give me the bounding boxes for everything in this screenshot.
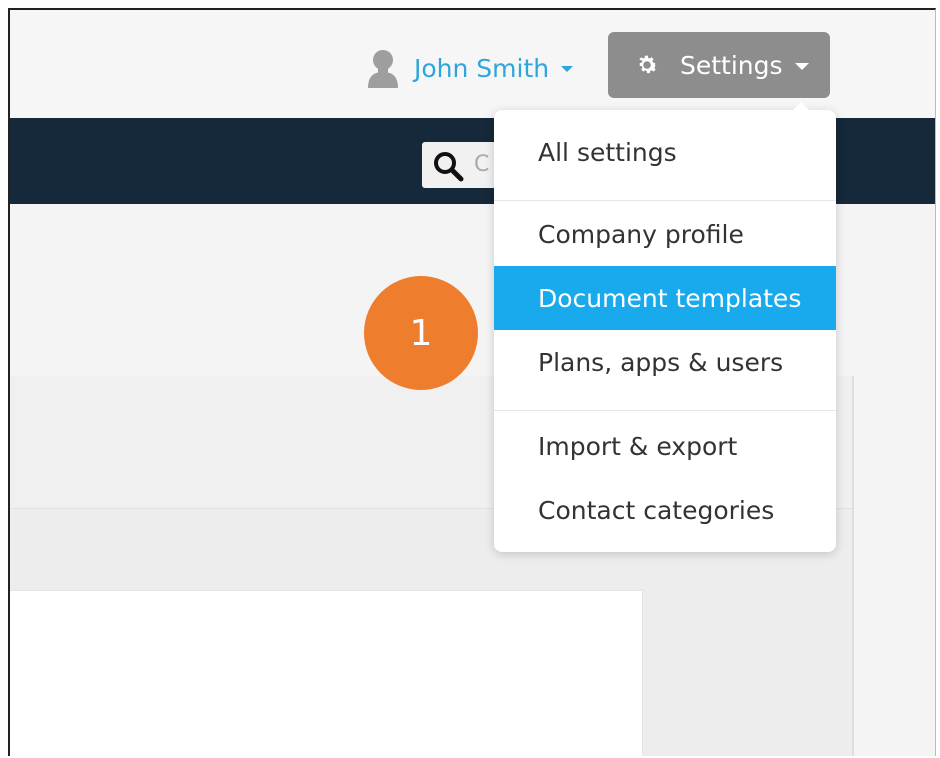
dropdown-arrow	[792, 102, 810, 111]
app-window: John Smith Settings C 1 All settings Com…	[8, 8, 936, 756]
step-badge: 1	[364, 276, 478, 390]
menu-item-document-templates[interactable]: Document templates	[494, 266, 836, 330]
settings-button-label: Settings	[680, 50, 783, 80]
menu-item-plans-apps-users[interactable]: Plans, apps & users	[494, 330, 836, 394]
menu-item-contact-categories[interactable]: Contact categories	[494, 478, 836, 542]
gear-icon	[639, 55, 658, 74]
search-icon	[434, 152, 464, 182]
menu-divider	[494, 200, 836, 201]
user-menu[interactable]: John Smith	[366, 48, 574, 88]
menu-item-import-export[interactable]: Import & export	[494, 414, 836, 478]
user-name: John Smith	[414, 53, 550, 83]
user-avatar-icon	[368, 50, 398, 88]
menu-divider	[494, 410, 836, 411]
search-placeholder: C	[474, 152, 490, 177]
settings-dropdown-menu: All settings Company profile Document te…	[494, 102, 836, 552]
user-menu-caret-icon	[561, 66, 574, 72]
settings-button[interactable]: Settings	[608, 32, 830, 98]
chevron-down-icon	[794, 62, 809, 70]
menu-item-all-settings[interactable]: All settings	[494, 120, 836, 184]
content-card	[10, 590, 643, 756]
menu-item-company-profile[interactable]: Company profile	[494, 202, 836, 266]
